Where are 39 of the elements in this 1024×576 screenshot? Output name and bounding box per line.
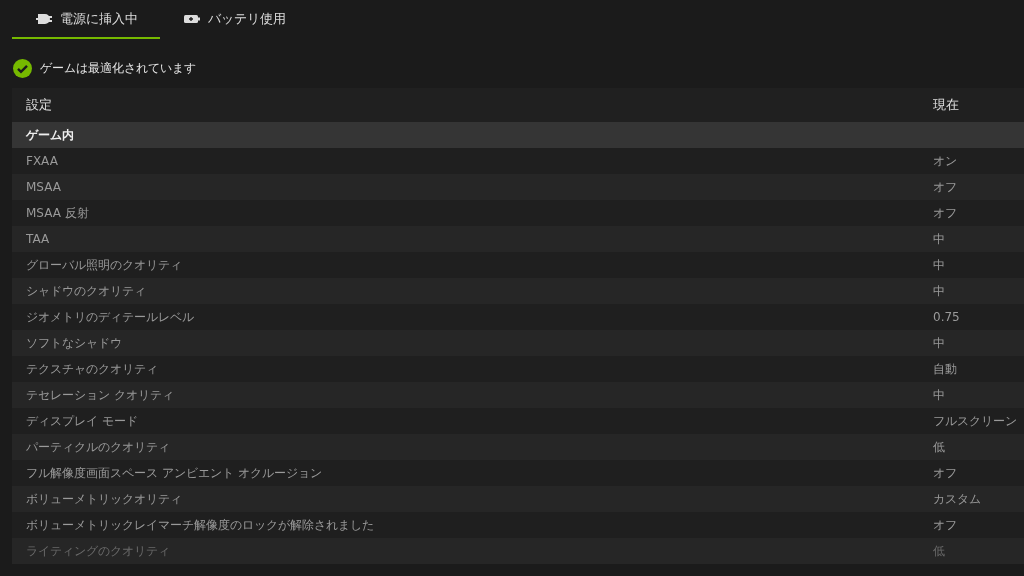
- setting-name: テセレーション クオリティ: [25, 386, 175, 404]
- setting-name: MSAA 反射: [25, 204, 90, 222]
- setting-value: オフ: [933, 464, 958, 482]
- setting-name: ソフトなシャドウ: [25, 334, 123, 352]
- setting-name: TAA: [25, 232, 51, 246]
- battery-icon: [184, 13, 200, 24]
- setting-name: FXAA: [25, 154, 59, 168]
- setting-value: オフ: [933, 178, 958, 196]
- setting-value: 中: [933, 386, 946, 404]
- setting-value: オフ: [933, 516, 958, 534]
- status-text: ゲームは最適化されています: [40, 61, 196, 76]
- setting-name: MSAA: [25, 180, 62, 194]
- setting-name: ジオメトリのディテールレベル: [25, 308, 195, 326]
- setting-name: フル解像度画面スペース アンビエント オクルージョン: [25, 464, 323, 482]
- setting-value: 自動: [933, 360, 958, 378]
- setting-name: ボリューメトリックレイマーチ解像度のロックが解除されました: [25, 516, 375, 534]
- setting-value: 中: [933, 334, 946, 352]
- column-header: 現在: [933, 96, 960, 114]
- setting-name: シャドウのクオリティ: [25, 282, 147, 300]
- setting-value: 中: [933, 282, 946, 300]
- setting-value: 低: [933, 542, 946, 560]
- setting-name: ボリューメトリックオリティ: [25, 490, 183, 508]
- tab[interactable]: バッテリ使用: [160, 0, 308, 39]
- setting-name: テクスチャのクオリティ: [25, 360, 159, 378]
- setting-value: 低: [933, 438, 946, 456]
- setting-name: ディスプレイ モード: [25, 412, 139, 430]
- tab[interactable]: 電源に挿入中: [12, 0, 160, 39]
- setting-value: カスタム: [933, 490, 982, 508]
- setting-name: パーティクルのクオリティ: [25, 438, 171, 456]
- section-title: ゲーム内: [25, 126, 75, 144]
- column-header: 設定: [25, 96, 53, 114]
- setting-value: 中: [933, 256, 946, 274]
- setting-name: グローバル照明のクオリティ: [25, 256, 183, 274]
- setting-value: オン: [933, 152, 958, 170]
- setting-value: 中: [933, 230, 946, 248]
- plug-icon: [36, 13, 52, 24]
- setting-value: オフ: [933, 204, 958, 222]
- setting-value: 0.75: [933, 310, 961, 324]
- setting-value: フルスクリーン: [933, 412, 1018, 430]
